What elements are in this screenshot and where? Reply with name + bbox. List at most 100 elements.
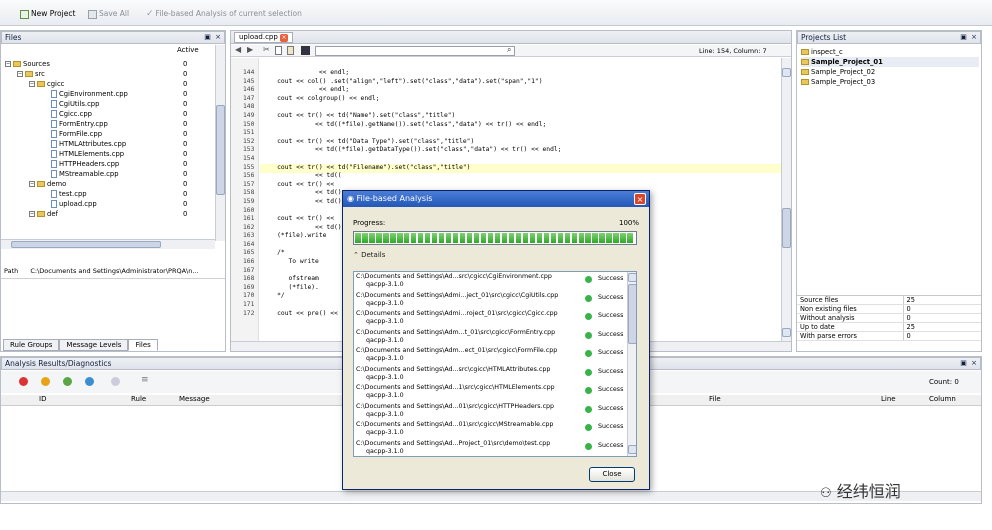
tree-file-item[interactable]: FormEntry.cpp 0 [5,119,215,129]
save-icon[interactable] [301,46,310,55]
stats-row: Without analysis 0 [797,313,981,323]
analysis-result-row[interactable]: C:\Documents and Settings\Ad...01\src\cg… [354,403,626,422]
active-column-header[interactable]: Active [177,46,199,54]
analysis-result-row[interactable]: C:\Documents and Settings\Ad...src\cgicc… [354,366,626,385]
search-input[interactable] [315,46,515,56]
tree-file-item[interactable]: HTMLAttributes.cpp 0 [5,139,215,149]
expand-toggle-icon[interactable]: − [5,61,11,67]
code-line[interactable]: 151 [243,129,783,138]
projects-panel-controls[interactable]: ▣ × [960,31,978,43]
close-button[interactable]: Close [589,467,635,482]
tree-folder-item[interactable]: − cgicc 0 [5,79,215,89]
tab-rule-groups[interactable]: Rule Groups [3,339,60,351]
code-line[interactable]: 154 [243,155,783,164]
code-line[interactable]: 148 [243,103,783,112]
search-icon[interactable]: ⌕ [507,45,511,55]
tree-horizontal-scrollbar[interactable] [1,239,215,249]
column-column[interactable]: Column [929,395,956,403]
paste-icon[interactable] [287,46,294,55]
code-line[interactable]: 147 cout << colgroup() << endl; [243,95,783,104]
tab-message-levels[interactable]: Message Levels [59,339,129,351]
analysis-result-row[interactable]: C:\Documents and Settings\Ad...01\src\cg… [354,421,626,440]
tree-file-item[interactable]: MStreamable.cpp 0 [5,169,215,179]
column-id[interactable]: ID [39,395,46,403]
analysis-result-row[interactable]: C:\Documents and Settings\Admi...ject_01… [354,292,626,311]
tree-folder-item[interactable]: − src 0 [5,69,215,79]
scrollbar-thumb[interactable] [216,105,225,195]
editor-scrollbar-thumb[interactable] [782,208,791,248]
file-based-analysis-button[interactable]: ✓ File-based Analysis of current selecti… [146,7,302,21]
column-file[interactable]: File [709,395,721,403]
expand-toggle-icon[interactable]: − [29,211,35,217]
column-line[interactable]: Line [881,395,896,403]
code-line[interactable]: 150 << td((*file).getName()).set("class"… [243,121,783,130]
analysis-result-row[interactable]: C:\Documents and Settings\Ad...Project_0… [354,440,626,457]
tree-item-active-count: 0 [183,70,188,78]
cut-icon[interactable]: ✂ [263,45,270,54]
editor-tab-upload[interactable]: upload.cpp × [234,32,294,43]
tree-folder-item[interactable]: − def 0 [5,209,215,219]
error-filter-icon[interactable] [19,377,28,386]
details-scrollbar-thumb[interactable] [628,284,636,344]
tree-file-item[interactable]: upload.cpp 0 [5,199,215,209]
tree-file-item[interactable]: HTMLElements.cpp 0 [5,149,215,159]
project-item[interactable]: Sample_Project_03 [801,77,979,87]
hscroll-thumb[interactable] [11,241,161,248]
column-message[interactable]: Message [179,395,210,403]
details-scroll-down-icon[interactable] [628,445,636,454]
close-tab-icon[interactable]: × [280,34,289,42]
warning-filter-icon[interactable] [41,377,50,386]
analysis-result-row[interactable]: C:\Documents and Settings\Admi...roject_… [354,310,626,329]
filter-menu-icon[interactable]: ≡ [141,375,149,385]
back-arrow-icon[interactable]: ◀ [235,45,241,54]
code-line[interactable]: 155 cout << tr() << td("Filename").set("… [243,164,783,173]
scroll-up-icon[interactable] [782,68,791,77]
analysis-result-row[interactable]: C:\Documents and Settings\Adm...ect_01\s… [354,347,626,366]
code-line[interactable]: 145 cout << col() .set("align","left").s… [243,78,783,87]
analysis-result-row[interactable]: C:\Documents and Settings\Adm...t_01\src… [354,329,626,348]
code-line[interactable]: 149 cout << tr() << td("Name").set("clas… [243,112,783,121]
tree-file-item[interactable]: Cgicc.cpp 0 [5,109,215,119]
editor-toolbar: ◀ ▶ ✂ ⌕ Line: 154, Column: 7 [231,45,791,57]
info-filter-icon[interactable] [63,377,72,386]
forward-arrow-icon[interactable]: ▶ [247,45,253,54]
scroll-down-icon[interactable] [782,328,791,337]
project-folder-icon [801,49,809,55]
expand-toggle-icon[interactable]: − [17,71,23,77]
tree-file-item[interactable]: HTTPHeaders.cpp 0 [5,159,215,169]
tab-files[interactable]: Files [128,339,158,351]
editor-vertical-scrollbar[interactable] [781,58,791,341]
details-scroll-up-icon[interactable] [628,273,636,282]
code-line[interactable]: 153 << td((*file).getDataType()).set("cl… [243,146,783,155]
tree-folder-item[interactable]: − demo 0 [5,179,215,189]
analysis-result-row[interactable]: C:\Documents and Settings\Ad...1\src\cgi… [354,384,626,403]
details-toggle[interactable]: ⌃ Details [353,251,385,259]
expand-toggle-icon[interactable]: − [29,81,35,87]
panel-controls[interactable]: ▣ × [204,31,222,43]
project-item[interactable]: inspect_c [801,47,979,57]
expand-toggle-icon[interactable]: − [29,181,35,187]
project-item[interactable]: Sample_Project_02 [801,67,979,77]
save-all-button[interactable]: Save All [88,7,129,21]
tree-vertical-scrollbar[interactable] [215,45,225,241]
code-line[interactable]: 152 cout << tr() << td("Data Type").set(… [243,138,783,147]
column-rule[interactable]: Rule [131,395,146,403]
settings-filter-icon[interactable] [111,377,120,386]
new-project-button[interactable]: New Project [20,7,75,21]
code-line[interactable]: 144 << endl; [243,69,783,78]
tree-folder-item[interactable]: − Sources 0 [5,59,215,69]
project-item[interactable]: Sample_Project_01 [801,57,979,67]
details-scrollbar[interactable] [627,272,636,456]
code-line[interactable]: 157 cout << tr() << [243,181,783,190]
tree-file-item[interactable]: CgiUtils.cpp 0 [5,99,215,109]
dialog-close-icon[interactable]: × [634,193,646,205]
tree-file-item[interactable]: FormFile.cpp 0 [5,129,215,139]
tree-file-item[interactable]: test.cpp 0 [5,189,215,199]
analysis-result-row[interactable]: C:\Documents and Settings\Ad...src\cgicc… [354,273,626,292]
code-line[interactable]: 146 << endl; [243,86,783,95]
note-filter-icon[interactable] [85,377,94,386]
results-panel-controls[interactable]: ▣ × [960,357,978,369]
tree-file-item[interactable]: CgiEnvironment.cpp 0 [5,89,215,99]
code-line[interactable]: 156 << td(( [243,172,783,181]
copy-icon[interactable] [275,46,282,55]
